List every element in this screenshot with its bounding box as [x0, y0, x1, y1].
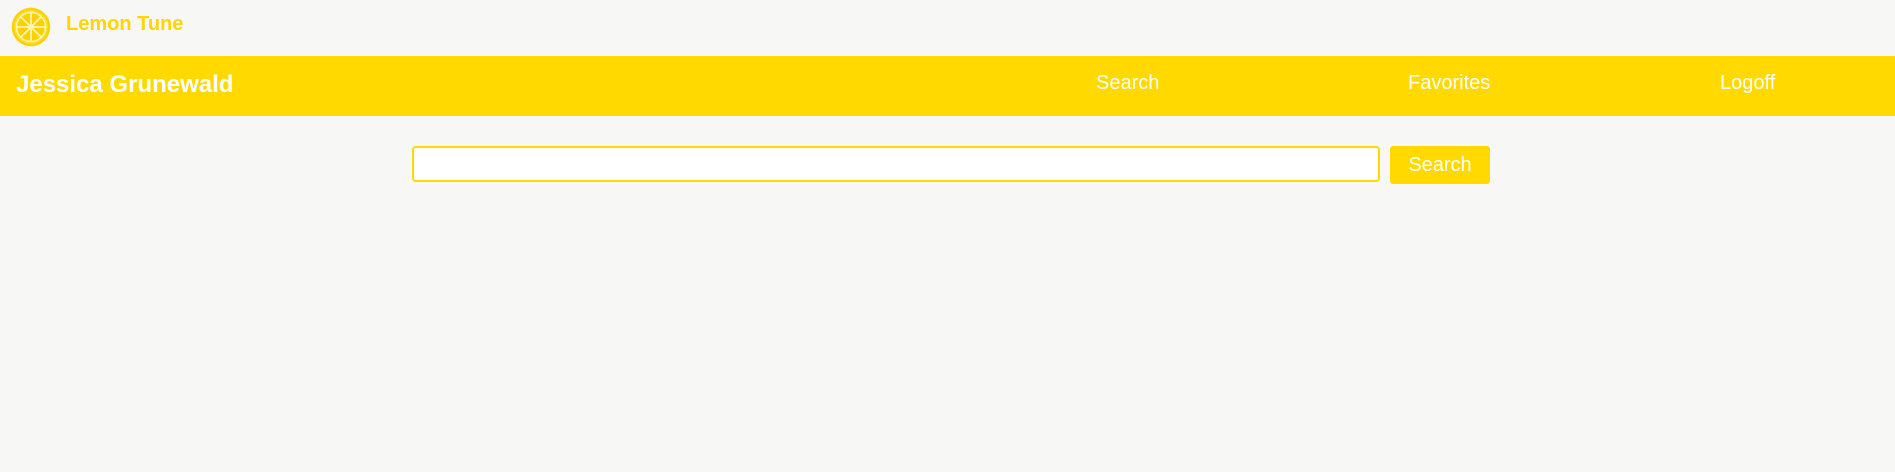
nav-link-favorites[interactable]: Favorites [1408, 72, 1490, 95]
nav-link-search[interactable]: Search [1096, 72, 1159, 95]
search-input[interactable] [412, 146, 1380, 182]
user-name: Jessica Grunewald [16, 71, 234, 98]
lemon-slice-icon-graphic [11, 7, 51, 47]
nav-link-logoff[interactable]: Logoff [1720, 72, 1775, 95]
navbar: Jessica Grunewald Search Favorites Logof… [0, 56, 1895, 116]
top-bar: Lemon Tune [0, 0, 1895, 56]
app-title-link[interactable]: Lemon Tune [66, 13, 183, 36]
lemon-slice-icon[interactable] [11, 7, 51, 47]
search-button[interactable]: Search [1390, 146, 1490, 184]
